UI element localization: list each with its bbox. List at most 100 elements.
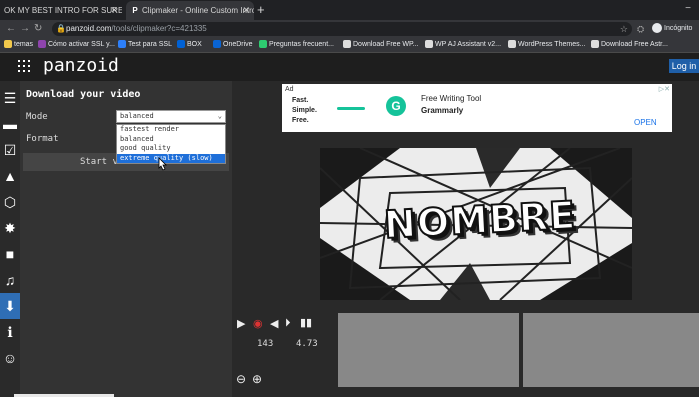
ad-headline: Free Writing Tool	[421, 94, 482, 103]
smiley-icon[interactable]: ☺	[0, 345, 20, 371]
bookmark-favicon-icon	[38, 40, 46, 49]
chevron-down-icon: ⌄	[217, 112, 222, 120]
bookmark-favicon-icon	[118, 40, 126, 49]
apps-grid-icon[interactable]	[18, 60, 32, 74]
extension-icon[interactable]: ⛭	[637, 22, 644, 36]
bookmark-label: Download Free Astr...	[601, 41, 668, 48]
mode-select[interactable]: balanced ⌄	[116, 110, 226, 123]
bookmark-favicon-icon	[508, 40, 516, 49]
info-icon[interactable]: ℹ	[0, 319, 20, 345]
ad-close-icon[interactable]: ▷✕	[659, 85, 670, 93]
bookmark-item[interactable]: BOX	[177, 38, 202, 52]
mode-select-value: balanced	[120, 112, 154, 120]
video-preview[interactable]: NOMBRE	[320, 148, 632, 300]
music-icon[interactable]: ♫	[0, 267, 20, 293]
bookmark-item[interactable]: temas	[4, 38, 33, 52]
bookmark-label: Download Free WP...	[353, 41, 419, 48]
ad-badge: Ad	[285, 86, 294, 93]
url-path: /tools/clipmaker?c=421335	[111, 24, 207, 33]
close-tab-icon[interactable]: ✕	[242, 1, 250, 20]
tab-title: Clipmaker - Online Custom Intro...	[142, 6, 254, 15]
timeline-track[interactable]	[523, 313, 699, 387]
bookmark-label: WordPress Themes...	[518, 41, 586, 48]
browser-tab-bar: OK MY BEST INTRO FOR SURE O... ✕ P Clipma…	[0, 0, 699, 20]
timeline-track[interactable]	[338, 313, 519, 387]
bookmark-favicon-icon	[259, 40, 267, 49]
profile-label: Incógnito	[664, 25, 693, 32]
bookmark-favicon-icon	[425, 40, 433, 49]
bookmark-item[interactable]: Preguntas frecuent...	[259, 38, 334, 52]
option-good-quality[interactable]: good quality	[117, 144, 225, 154]
bookmark-favicon-icon	[4, 40, 12, 49]
bookmark-favicon-icon	[591, 40, 599, 49]
panel-title: Download your video	[26, 89, 141, 100]
reload-icon[interactable]: ↻	[34, 22, 42, 36]
minimize-icon[interactable]: −	[677, 0, 699, 18]
ad-sponsor: Grammarly	[421, 106, 464, 115]
tab-title: OK MY BEST INTRO FOR SURE O...	[4, 6, 122, 15]
bookmark-label: temas	[14, 41, 34, 48]
url-field[interactable]: 🔒 panzoid.com/tools/clipmaker?c=421335 ☆	[52, 22, 632, 36]
bookmark-label: WP AJ Assistant v2...	[435, 41, 502, 48]
camera-icon[interactable]: ■	[0, 241, 20, 267]
tab-clipmaker[interactable]: P Clipmaker - Online Custom Intro... ✕	[126, 1, 254, 20]
bookmark-item[interactable]: WordPress Themes...	[508, 38, 585, 52]
window-controls: −	[677, 0, 699, 18]
panzoid-favicon-icon: P	[132, 6, 138, 15]
waveform-icon[interactable]: ▮▮	[300, 316, 312, 329]
bookmark-label: Cómo activar SSL y...	[48, 41, 115, 48]
checkbox-icon[interactable]: ☑	[0, 137, 20, 163]
landscape-icon[interactable]: ▲	[0, 163, 20, 189]
bookmark-label: Preguntas frecuent...	[269, 41, 334, 48]
ad-taglines: Fast. Simple. Free.	[292, 96, 317, 126]
ad-tagline: Free.	[292, 117, 309, 124]
forward-icon[interactable]: →	[20, 22, 30, 36]
address-toolbar: ← → ↻ 🔒 panzoid.com/tools/clipmaker?c=42…	[0, 20, 699, 38]
ad-tagline: Simple.	[292, 107, 317, 114]
bookmarks-bar: temas Cómo activar SSL y... Test para SSL B…	[0, 38, 699, 53]
zoom-in-icon[interactable]: ⊕	[252, 372, 262, 386]
volume-icon[interactable]: ◀	[270, 317, 278, 330]
option-balanced[interactable]: balanced	[117, 135, 225, 145]
option-extreme-quality[interactable]: extreme quality (slow)	[117, 153, 225, 163]
mode-dropdown-list: fastest render balanced good quality ext…	[116, 124, 226, 164]
menu-icon[interactable]: ☰	[0, 85, 20, 111]
tab-youtube[interactable]: OK MY BEST INTRO FOR SURE O... ✕	[0, 1, 122, 20]
tool-sidebar: ☰ ▬ ☑ ▲ ⬡ ✸ ■ ♫ ⬇ ℹ ☺	[0, 81, 20, 397]
cube-icon[interactable]: ⬡	[0, 189, 20, 215]
bookmark-item[interactable]: WP AJ Assistant v2...	[425, 38, 501, 52]
incognito-icon	[652, 23, 662, 34]
ad-tagline: Fast.	[292, 97, 309, 104]
new-tab-icon[interactable]: +	[257, 2, 265, 18]
grammarly-logo-icon: G	[386, 96, 406, 116]
bookmark-favicon-icon	[177, 40, 185, 49]
mouse-cursor	[158, 157, 167, 171]
record-icon[interactable]: ◉	[253, 317, 263, 330]
ad-open-button[interactable]: OPEN	[634, 118, 657, 127]
bookmark-favicon-icon	[213, 40, 221, 49]
back-icon[interactable]: ←	[6, 22, 16, 36]
star-icon[interactable]: ☆	[620, 22, 628, 36]
bookmark-label: Test para SSL	[128, 41, 172, 48]
bookmark-item[interactable]: Test para SSL	[118, 38, 172, 52]
brand-logo[interactable]: panzoid	[43, 56, 119, 76]
folder-icon[interactable]: ▬	[0, 111, 20, 137]
grammarly-ad[interactable]: Ad Fast. Simple. Free. G Free Writing To…	[282, 84, 672, 132]
play-icon[interactable]: ▶	[237, 317, 245, 330]
bookmark-item[interactable]: OneDrive	[213, 38, 253, 52]
mode-label: Mode	[26, 112, 48, 122]
profile-button[interactable]: Incógnito	[652, 22, 692, 36]
step-forward-icon[interactable]: ⏵	[285, 317, 291, 330]
bookmark-item[interactable]: Download Free Astr...	[591, 38, 668, 52]
bookmark-item[interactable]: Cómo activar SSL y...	[38, 38, 115, 52]
login-button[interactable]: Log in	[669, 59, 699, 73]
option-fastest-render[interactable]: fastest render	[117, 125, 225, 135]
download-icon[interactable]: ⬇	[0, 293, 20, 319]
bookmark-favicon-icon	[343, 40, 351, 49]
zoom-out-icon[interactable]: ⊖	[236, 372, 246, 386]
url-domain: panzoid.com	[66, 24, 112, 33]
bookmark-item[interactable]: Download Free WP...	[343, 38, 419, 52]
burst-icon[interactable]: ✸	[0, 215, 20, 241]
time-readout: 4.73	[296, 339, 318, 349]
close-tab-icon[interactable]: ✕	[110, 1, 118, 20]
